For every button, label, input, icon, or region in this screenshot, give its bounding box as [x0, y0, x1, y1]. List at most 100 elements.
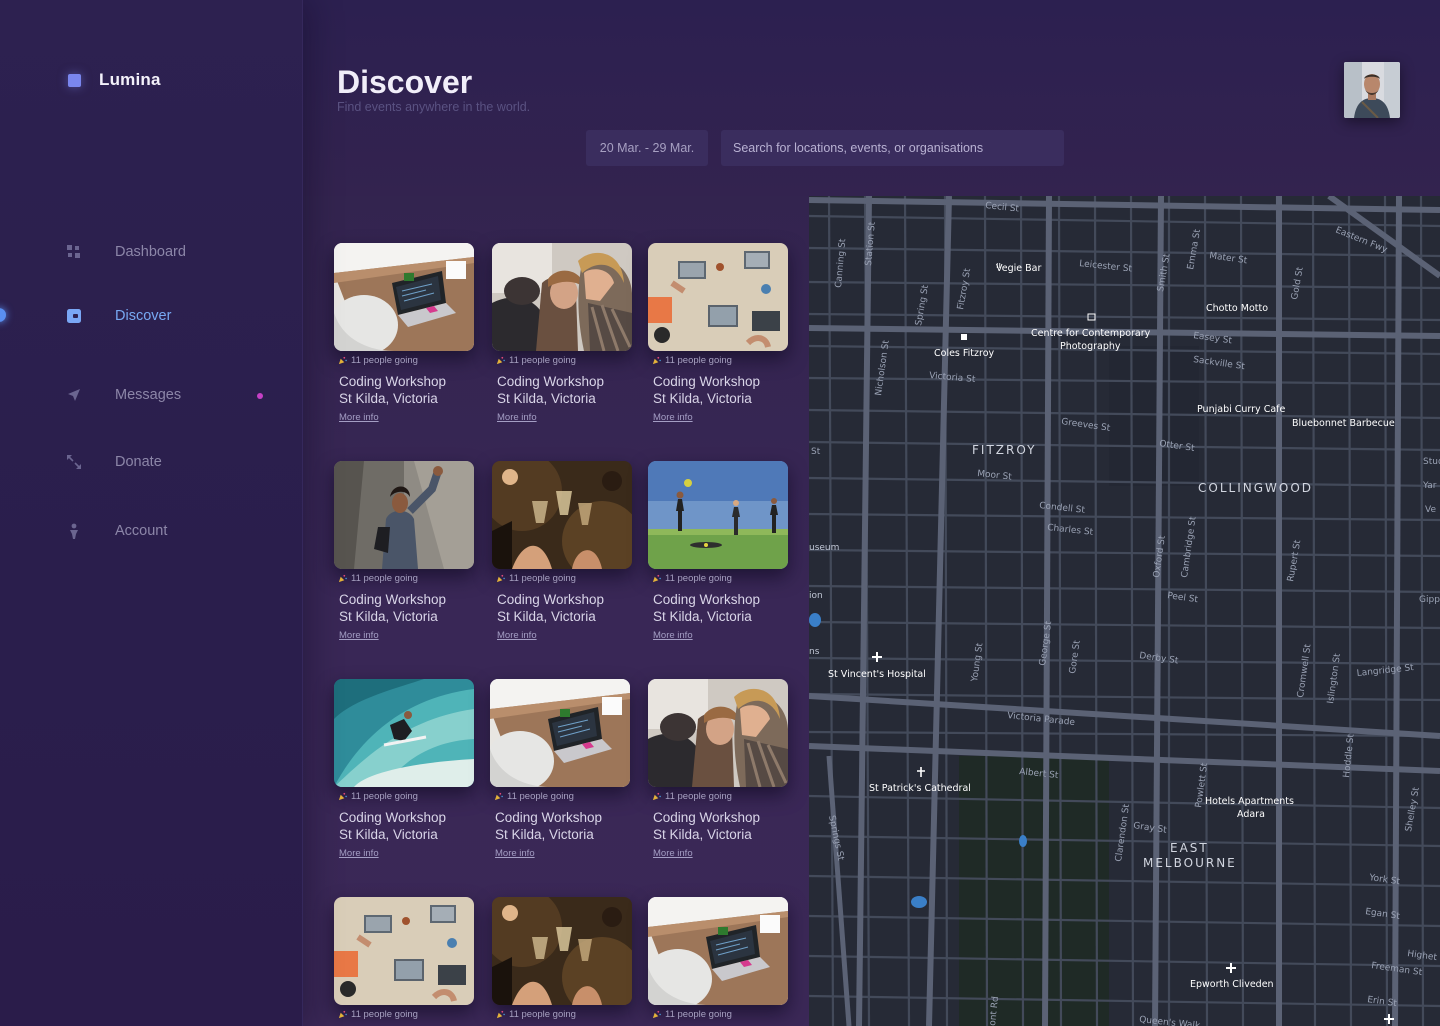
suburb-label: COLLINGWOOD	[1198, 481, 1313, 495]
event-card[interactable]: 11 people going Coding Workshop St Kilda…	[492, 461, 634, 643]
attendance-count: 11 people going	[338, 571, 476, 585]
map-place-label[interactable]: Chotto Motto	[1206, 303, 1268, 314]
sidebar-item-donate[interactable]: Donate	[66, 454, 266, 470]
event-image	[492, 897, 632, 1005]
going-text: 11 people going	[665, 354, 732, 366]
party-popper-icon	[496, 1010, 505, 1019]
sidebar-item-discover[interactable]: Discover	[66, 308, 266, 324]
attendance-count: 11 people going	[652, 571, 790, 585]
map-place-label[interactable]: Coles Fitzroy	[934, 348, 995, 359]
event-location: St Kilda, Victoria	[339, 827, 438, 842]
attendance-count: 11 people going	[652, 789, 790, 803]
map-view[interactable]: FITZROY COLLINGWOOD EAST MELBOURNE Vegie…	[809, 196, 1440, 1026]
street-label: ns	[809, 647, 820, 657]
street-label: Gipp	[1419, 595, 1440, 605]
going-text: 11 people going	[351, 572, 418, 584]
map-place-label[interactable]: Adara	[1237, 809, 1265, 820]
map-place-label[interactable]: Epworth Cliveden	[1190, 979, 1274, 990]
event-title: Coding Workshop	[497, 592, 605, 607]
more-info-link[interactable]: More info	[653, 848, 693, 859]
map-place-label[interactable]: Punjabi Curry Cafe	[1197, 404, 1285, 415]
attendance-count: 11 people going	[338, 1007, 476, 1021]
sidebar-item-messages[interactable]: Messages	[66, 387, 266, 403]
restaurant-icon: ıı	[996, 261, 1001, 271]
party-popper-icon	[494, 792, 503, 801]
event-title: Coding Workshop	[339, 810, 447, 825]
sidebar-item-label: Dashboard	[115, 244, 186, 260]
event-card[interactable]: 11 people going	[648, 897, 790, 1021]
event-card[interactable]: 11 people going Coding Workshop St Kilda…	[648, 461, 790, 643]
grid-icon	[66, 244, 82, 260]
event-card[interactable]: 11 people going Coding Workshop St Kilda…	[334, 461, 476, 643]
event-card[interactable]: 11 people going Coding Workshop St Kilda…	[648, 679, 790, 861]
map-place-label[interactable]: St Vincent's Hospital	[828, 669, 926, 680]
more-info-link[interactable]: More info	[495, 848, 535, 859]
event-location: St Kilda, Victoria	[653, 609, 752, 624]
party-popper-icon	[652, 1010, 661, 1019]
sidebar-item-label: Messages	[115, 387, 182, 403]
sidebar-item-account[interactable]: Account	[66, 523, 266, 539]
active-nav-indicator	[0, 308, 6, 322]
more-info-link[interactable]: More info	[497, 630, 537, 641]
attendance-count: 11 people going	[652, 353, 790, 367]
page-header: Discover Find events anywhere in the wor…	[302, 0, 1440, 196]
more-info-link[interactable]: More info	[653, 412, 693, 423]
going-text: 11 people going	[509, 1008, 576, 1020]
pond	[1019, 835, 1027, 847]
street-label: useum	[809, 543, 839, 553]
event-card[interactable]: 11 people going	[334, 897, 476, 1021]
map-place-label[interactable]: Photography	[1060, 341, 1121, 352]
event-image	[492, 243, 632, 351]
event-card[interactable]: 11 people going Coding Workshop St Kilda…	[492, 243, 634, 425]
party-popper-icon	[496, 356, 505, 365]
search-input[interactable]	[721, 130, 1064, 166]
event-card[interactable]: 11 people going Coding Workshop St Kilda…	[490, 679, 632, 861]
send-icon	[66, 387, 82, 403]
going-text: 11 people going	[507, 790, 574, 802]
event-image	[648, 679, 788, 787]
attendance-count: 11 people going	[338, 353, 476, 367]
more-info-link[interactable]: More info	[339, 412, 379, 423]
street-label: Studl	[1423, 457, 1440, 467]
map-place-label[interactable]: Bluebonnet Barbecue	[1292, 418, 1395, 429]
event-title: Coding Workshop	[495, 810, 603, 825]
app-logo[interactable]: Lumina	[68, 70, 161, 90]
event-image	[648, 243, 788, 351]
event-image	[334, 461, 474, 569]
sidebar-item-dashboard[interactable]: Dashboard	[66, 244, 266, 260]
compass-icon	[66, 308, 82, 324]
map-place-label[interactable]: Centre for Contemporary	[1031, 328, 1151, 339]
event-location: St Kilda, Victoria	[495, 827, 594, 842]
suburb-label: MELBOURNE	[1143, 856, 1237, 870]
map-place-label[interactable]: St Patrick's Cathedral	[869, 783, 971, 794]
event-title: Coding Workshop	[339, 592, 447, 607]
street-label: St	[811, 447, 821, 457]
party-popper-icon	[652, 574, 661, 583]
event-card[interactable]: 11 people going Coding Workshop St Kilda…	[334, 679, 476, 861]
map-place-label[interactable]: Hotels Apartments	[1205, 796, 1294, 807]
more-info-link[interactable]: More info	[339, 848, 379, 859]
attendance-count: 11 people going	[338, 789, 476, 803]
event-card[interactable]: 11 people going Coding Workshop St Kilda…	[334, 243, 476, 425]
date-range-picker[interactable]: 20 Mar. - 29 Mar.	[586, 130, 708, 166]
party-popper-icon	[338, 1010, 347, 1019]
page-subtitle: Find events anywhere in the world.	[337, 100, 531, 114]
street-label: Ve	[1425, 505, 1436, 515]
event-image	[648, 897, 788, 1005]
more-info-link[interactable]: More info	[497, 412, 537, 423]
more-info-link[interactable]: More info	[339, 630, 379, 641]
attendance-count: 11 people going	[496, 571, 634, 585]
party-popper-icon	[652, 356, 661, 365]
avatar[interactable]	[1344, 62, 1400, 118]
logo-mark-icon	[68, 73, 81, 87]
event-image	[490, 679, 630, 787]
event-image	[492, 461, 632, 569]
event-card[interactable]: 11 people going Coding Workshop St Kilda…	[648, 243, 790, 425]
suburb-label: EAST	[1170, 841, 1209, 855]
map-place-label[interactable]: Vegie Bar	[996, 263, 1041, 274]
attendance-count: 11 people going	[494, 789, 632, 803]
event-card[interactable]: 11 people going	[492, 897, 634, 1021]
more-info-link[interactable]: More info	[653, 630, 693, 641]
event-title: Coding Workshop	[653, 374, 761, 389]
event-location: St Kilda, Victoria	[497, 609, 596, 624]
